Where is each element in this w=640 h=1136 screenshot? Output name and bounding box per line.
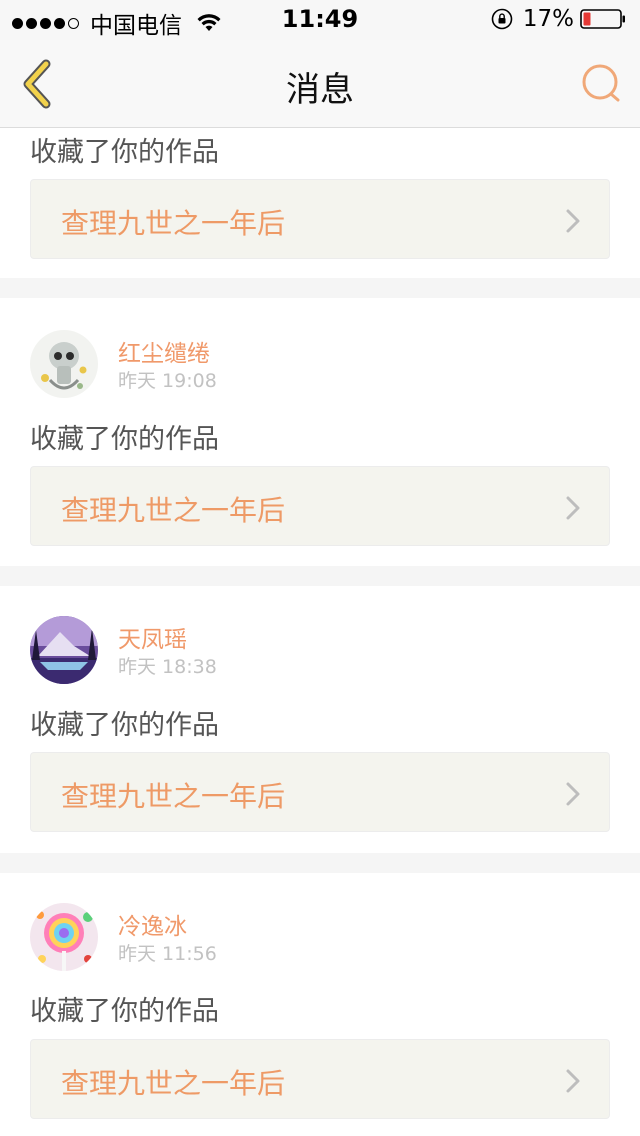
status-bar: 中国电信 11:49 17%	[0, 0, 640, 40]
work-link-card[interactable]: 查理九世之一年后	[30, 179, 610, 259]
page-title: 消息	[286, 70, 354, 110]
user-avatar[interactable]	[30, 616, 98, 684]
search-button[interactable]	[580, 62, 622, 104]
work-title: 查理九世之一年后	[61, 780, 286, 813]
message-timestamp: 昨天 19:08	[118, 370, 217, 392]
message-action-text: 收藏了你的作品	[30, 996, 219, 1027]
work-link-card[interactable]: 查理九世之一年后	[30, 752, 610, 832]
navigation-bar: 消息	[0, 40, 640, 128]
chevron-right-icon	[566, 496, 580, 520]
message-timestamp: 昨天 18:38	[118, 656, 217, 678]
work-title: 查理九世之一年后	[61, 207, 286, 240]
avatar-lollipop-image	[30, 903, 98, 971]
chevron-right-icon	[566, 1069, 580, 1093]
message-timestamp: 昨天 11:56	[118, 943, 217, 965]
chevron-right-icon	[566, 782, 580, 806]
message-item: 红尘缱绻 昨天 19:08 收藏了你的作品 查理九世之一年后	[0, 298, 640, 566]
section-divider	[0, 566, 640, 586]
avatar-skull-image	[30, 330, 98, 398]
battery-icon	[580, 9, 625, 29]
message-action-text: 收藏了你的作品	[30, 137, 219, 168]
message-item: 冷逸冰 昨天 11:56 收藏了你的作品 查理九世之一年后	[0, 873, 640, 1136]
message-item: 收藏了你的作品 查理九世之一年后	[0, 128, 640, 278]
battery-percentage: 17%	[522, 6, 574, 32]
message-list[interactable]: 收藏了你的作品 查理九世之一年后 红尘缱绻 昨天 19:08 收藏了你的作品 查…	[0, 128, 640, 1136]
message-username[interactable]: 天凤瑶	[118, 620, 187, 654]
message-username[interactable]: 红尘缱绻	[118, 334, 210, 368]
user-avatar[interactable]	[30, 903, 98, 971]
section-divider	[0, 278, 640, 298]
status-right: 17%	[491, 6, 626, 32]
work-link-card[interactable]: 查理九世之一年后	[30, 466, 610, 546]
message-item: 天凤瑶 昨天 18:38 收藏了你的作品 查理九世之一年后	[0, 586, 640, 854]
work-title: 查理九世之一年后	[61, 1067, 286, 1100]
rotation-lock-icon	[491, 8, 513, 30]
message-action-text: 收藏了你的作品	[30, 710, 219, 741]
work-link-card[interactable]: 查理九世之一年后	[30, 1039, 610, 1119]
message-username[interactable]: 冷逸冰	[118, 907, 187, 941]
user-avatar[interactable]	[30, 330, 98, 398]
message-action-text: 收藏了你的作品	[30, 424, 219, 455]
section-divider	[0, 853, 640, 873]
chevron-right-icon	[566, 209, 580, 233]
avatar-mountain-image	[30, 616, 98, 684]
work-title: 查理九世之一年后	[61, 494, 286, 527]
